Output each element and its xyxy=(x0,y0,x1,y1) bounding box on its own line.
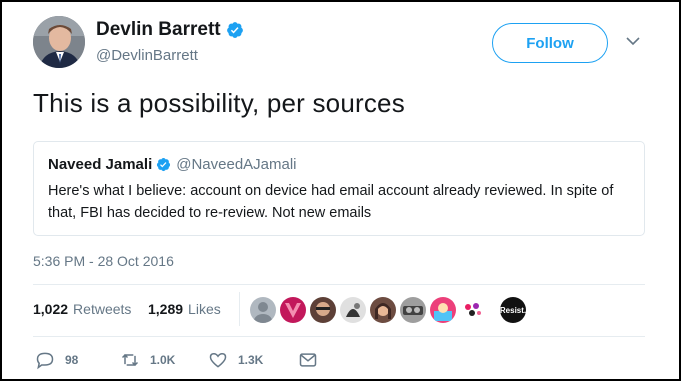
tweet-text: This is a possibility, per sources xyxy=(33,88,405,118)
liker-avatar[interactable] xyxy=(340,297,366,323)
retweet-action-count: 1.0K xyxy=(150,353,176,367)
quoted-tweet[interactable]: Naveed Jamali @NaveedAJamali Here's what… xyxy=(33,141,645,236)
chevron-down-icon[interactable] xyxy=(626,36,640,46)
author-display-name[interactable]: Devlin Barrett xyxy=(96,19,221,41)
like-button[interactable]: 1.3K xyxy=(208,350,263,370)
liker-avatar[interactable] xyxy=(310,297,336,323)
reply-icon xyxy=(36,352,54,370)
tweet-timestamp[interactable]: 5:36 PM - 28 Oct 2016 xyxy=(33,253,174,269)
direct-message-button[interactable] xyxy=(298,350,318,370)
author-name-row: Devlin Barrett xyxy=(96,19,244,41)
direct-message-icon xyxy=(299,353,317,367)
quoted-author-handle: @NaveedAJamali xyxy=(176,156,297,173)
liker-avatar[interactable] xyxy=(430,297,456,323)
retweet-count: 1,022 xyxy=(33,301,69,317)
like-count: 1,289 xyxy=(148,301,184,317)
reply-count: 98 xyxy=(65,353,79,367)
tweet-card: Devlin Barrett @DevlinBarrett Follow Thi… xyxy=(0,0,681,381)
liker-avatar[interactable] xyxy=(250,297,276,323)
liker-avatar[interactable]: Resist. xyxy=(500,297,526,323)
reply-button[interactable]: 98 xyxy=(35,350,78,370)
liker-avatar[interactable] xyxy=(460,297,486,323)
liker-avatar-label: Resist. xyxy=(500,305,526,315)
verified-badge-icon xyxy=(226,22,243,38)
quoted-author-row: Naveed Jamali @NaveedAJamali xyxy=(48,156,297,173)
follow-button[interactable]: Follow xyxy=(492,23,608,63)
divider xyxy=(239,292,240,326)
quoted-tweet-text: Here's what I believe: account on device… xyxy=(48,183,614,221)
liker-avatar[interactable] xyxy=(280,297,306,323)
retweet-label: Retweets xyxy=(73,301,132,317)
like-stat[interactable]: 1,289 Likes xyxy=(148,301,221,317)
like-action-count: 1.3K xyxy=(238,353,264,367)
quoted-author-name: Naveed Jamali xyxy=(48,156,153,173)
verified-badge-icon xyxy=(157,157,171,172)
liker-avatar[interactable] xyxy=(400,297,426,323)
divider xyxy=(33,336,645,337)
author-avatar[interactable] xyxy=(33,16,85,68)
like-icon xyxy=(209,352,227,368)
divider xyxy=(33,284,645,285)
retweet-icon xyxy=(121,353,139,367)
retweet-button[interactable]: 1.0K xyxy=(120,350,175,370)
liker-avatar[interactable] xyxy=(370,297,396,323)
like-label: Likes xyxy=(188,301,221,317)
retweet-stat[interactable]: 1,022 Retweets xyxy=(33,301,131,317)
author-handle[interactable]: @DevlinBarrett xyxy=(96,47,198,64)
